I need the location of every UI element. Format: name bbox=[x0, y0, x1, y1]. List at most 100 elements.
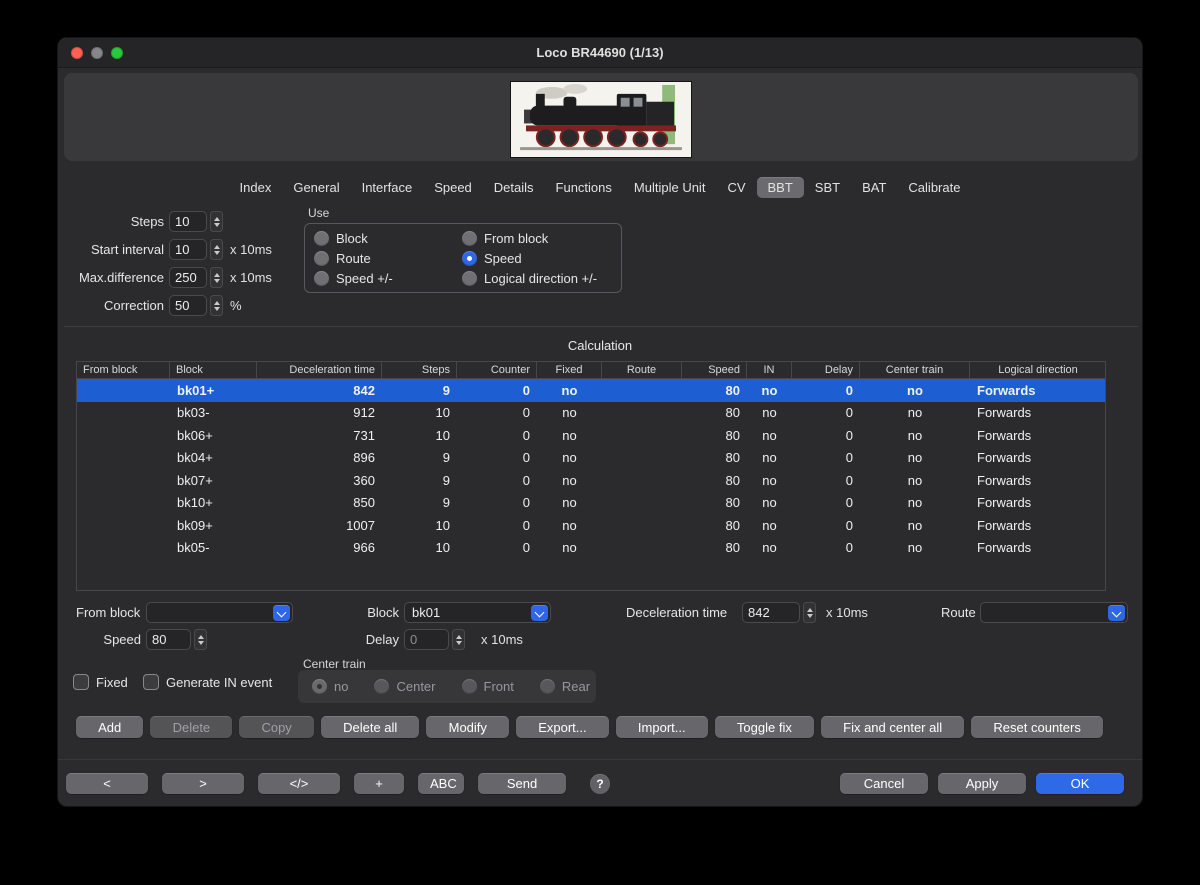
correction-stepper[interactable] bbox=[210, 295, 223, 316]
column-header-speed[interactable]: Speed bbox=[682, 362, 747, 378]
add-loco-button[interactable]: + bbox=[354, 773, 404, 794]
send-button[interactable]: Send bbox=[478, 773, 566, 794]
radio-option-logical-direction[interactable]: Logical direction +/- bbox=[462, 271, 621, 286]
start-interval-stepper[interactable] bbox=[210, 239, 223, 260]
delay-stepper[interactable] bbox=[452, 629, 465, 650]
apply-button[interactable]: Apply bbox=[938, 773, 1026, 794]
table-row[interactable]: bk05-966100no80no0noForwards bbox=[77, 537, 1105, 560]
radio-option-from-block[interactable]: From block bbox=[462, 231, 621, 246]
column-header-from-block[interactable]: From block bbox=[77, 362, 170, 378]
prev-loco-button[interactable]: < bbox=[66, 773, 148, 794]
dec-time-unit: x 10ms bbox=[826, 605, 868, 620]
chevron-down-icon[interactable] bbox=[1108, 605, 1125, 621]
delete-all-button[interactable]: Delete all bbox=[321, 716, 420, 738]
chevron-down-icon[interactable] bbox=[273, 605, 290, 621]
table-row[interactable]: bk04+89690no80no0noForwards bbox=[77, 447, 1105, 470]
generate-in-checkbox[interactable] bbox=[143, 674, 159, 690]
correction-input[interactable] bbox=[169, 295, 207, 316]
tab-bbt[interactable]: BBT bbox=[757, 177, 804, 198]
from-block-combo[interactable] bbox=[146, 602, 293, 623]
help-button[interactable]: ? bbox=[590, 774, 610, 794]
tab-index[interactable]: Index bbox=[229, 177, 283, 198]
radio-option-rear[interactable]: Rear bbox=[540, 679, 590, 694]
copy-button[interactable]: Copy bbox=[239, 716, 314, 738]
tab-sbt[interactable]: SBT bbox=[804, 177, 851, 198]
reset-counters-button[interactable]: Reset counters bbox=[971, 716, 1103, 738]
table-row[interactable]: bk10+85090no80no0noForwards bbox=[77, 492, 1105, 515]
column-header-in[interactable]: IN bbox=[747, 362, 792, 378]
max-difference-input[interactable] bbox=[169, 267, 207, 288]
steps-stepper[interactable] bbox=[210, 211, 223, 232]
correction-row: Correction % bbox=[71, 295, 242, 316]
radio-option-route[interactable]: Route bbox=[314, 251, 462, 266]
column-header-center-train[interactable]: Center train bbox=[860, 362, 970, 378]
next-loco-button[interactable]: > bbox=[162, 773, 244, 794]
generate-in-checkbox-row[interactable]: Generate IN event bbox=[143, 674, 272, 690]
table-row[interactable]: bk06+731100no80no0noForwards bbox=[77, 424, 1105, 447]
tab-functions[interactable]: Functions bbox=[545, 177, 623, 198]
tab-details[interactable]: Details bbox=[483, 177, 545, 198]
abc-button[interactable]: ABC bbox=[418, 773, 464, 794]
radio-option-block[interactable]: Block bbox=[314, 231, 462, 246]
max-difference-label: Max.difference bbox=[71, 270, 164, 285]
radio-option-speed[interactable]: Speed +/- bbox=[314, 271, 462, 286]
cell-delay: 0 bbox=[792, 514, 860, 537]
tab-interface[interactable]: Interface bbox=[351, 177, 424, 198]
cell-route bbox=[602, 379, 682, 402]
column-header-deceleration-time[interactable]: Deceleration time bbox=[257, 362, 382, 378]
start-interval-input[interactable] bbox=[169, 239, 207, 260]
center-train-label: Center train bbox=[303, 657, 366, 671]
dec-time-stepper[interactable] bbox=[803, 602, 816, 623]
cell-fixed: no bbox=[537, 424, 602, 447]
tab-cv[interactable]: CV bbox=[716, 177, 756, 198]
fixed-checkbox[interactable] bbox=[73, 674, 89, 690]
close-button[interactable] bbox=[71, 47, 83, 59]
add-button[interactable]: Add bbox=[76, 716, 143, 738]
cell-fixed: no bbox=[537, 379, 602, 402]
cell-steps: 10 bbox=[382, 514, 457, 537]
column-header-delay[interactable]: Delay bbox=[792, 362, 860, 378]
column-header-route[interactable]: Route bbox=[602, 362, 682, 378]
tab-multiple-unit[interactable]: Multiple Unit bbox=[623, 177, 717, 198]
chevron-down-icon[interactable] bbox=[531, 605, 548, 621]
table-row[interactable]: bk03-912100no80no0noForwards bbox=[77, 402, 1105, 425]
dec-time-input[interactable] bbox=[742, 602, 800, 623]
steps-input[interactable] bbox=[169, 211, 207, 232]
tab-calibrate[interactable]: Calibrate bbox=[897, 177, 971, 198]
radio-option-front[interactable]: Front bbox=[462, 679, 514, 694]
column-header-counter[interactable]: Counter bbox=[457, 362, 537, 378]
export-button[interactable]: Export... bbox=[516, 716, 609, 738]
column-header-logical-direction[interactable]: Logical direction bbox=[970, 362, 1106, 378]
tab-speed[interactable]: Speed bbox=[423, 177, 483, 198]
steam-locomotive-illustration bbox=[511, 82, 691, 157]
modify-button[interactable]: Modify bbox=[426, 716, 509, 738]
max-difference-stepper[interactable] bbox=[210, 267, 223, 288]
zoom-button[interactable] bbox=[111, 47, 123, 59]
radio-label: Logical direction +/- bbox=[484, 271, 597, 286]
swap-button[interactable]: </> bbox=[258, 773, 340, 794]
ok-button[interactable]: OK bbox=[1036, 773, 1124, 794]
cancel-button[interactable]: Cancel bbox=[840, 773, 928, 794]
delete-button[interactable]: Delete bbox=[150, 716, 232, 738]
speed-input[interactable] bbox=[146, 629, 191, 650]
route-combo[interactable] bbox=[980, 602, 1128, 623]
fix-and-center-all-button[interactable]: Fix and center all bbox=[821, 716, 964, 738]
column-header-block[interactable]: Block bbox=[170, 362, 257, 378]
delay-input[interactable] bbox=[404, 629, 449, 650]
import-button[interactable]: Import... bbox=[616, 716, 708, 738]
column-header-fixed[interactable]: Fixed bbox=[537, 362, 602, 378]
table-row[interactable]: bk01+84290no80no0noForwards bbox=[77, 379, 1105, 402]
radio-option-speed[interactable]: Speed bbox=[462, 251, 621, 266]
radio-option-no[interactable]: no bbox=[312, 679, 348, 694]
block-combo[interactable]: bk01 bbox=[404, 602, 551, 623]
toggle-fix-button[interactable]: Toggle fix bbox=[715, 716, 814, 738]
table-row[interactable]: bk09+1007100no80no0noForwards bbox=[77, 514, 1105, 537]
tab-general[interactable]: General bbox=[282, 177, 350, 198]
column-header-steps[interactable]: Steps bbox=[382, 362, 457, 378]
table-row[interactable]: bk07+36090no80no0noForwards bbox=[77, 469, 1105, 492]
fixed-checkbox-row[interactable]: Fixed bbox=[73, 674, 128, 690]
tab-bat[interactable]: BAT bbox=[851, 177, 897, 198]
speed-stepper[interactable] bbox=[194, 629, 207, 650]
cell-in: no bbox=[747, 402, 792, 425]
radio-option-center[interactable]: Center bbox=[374, 679, 435, 694]
